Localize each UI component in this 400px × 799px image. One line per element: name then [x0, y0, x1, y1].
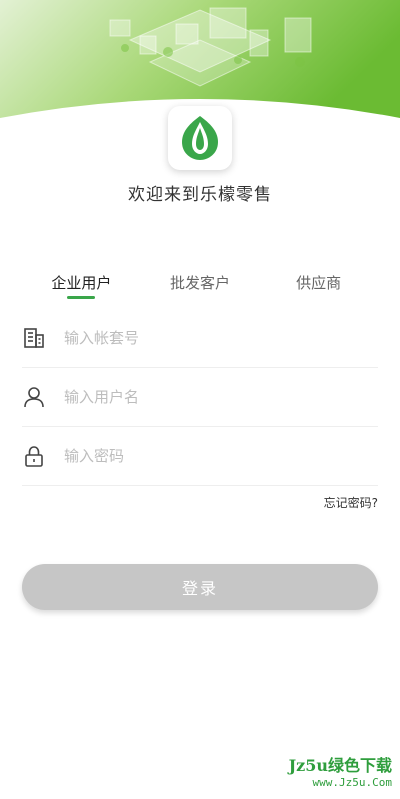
lock-icon: [22, 444, 46, 468]
leaf-logo-icon: [182, 116, 218, 160]
active-tab-indicator: [67, 296, 96, 299]
account-field: [22, 309, 378, 368]
welcome-title: 欢迎来到乐檬零售: [128, 185, 272, 205]
login-button[interactable]: 登录: [22, 564, 378, 610]
forgot-password-link[interactable]: 忘记密码?: [324, 494, 378, 511]
tab-label: 供应商: [296, 274, 342, 292]
user-type-tabs: 企业用户 批发客户 供应商: [22, 272, 378, 304]
tab-label: 企业用户: [51, 274, 112, 292]
user-icon: [22, 385, 46, 409]
tab-label: 批发客户: [170, 274, 231, 292]
watermark-title: Jz5u绿色下载: [288, 756, 392, 775]
password-input[interactable]: [62, 446, 346, 466]
app-logo: [168, 106, 232, 170]
username-field: [22, 368, 378, 427]
watermark: Jz5u绿色下载 www.Jz5u.Com: [289, 752, 392, 789]
tab-enterprise-user[interactable]: 企业用户: [22, 272, 141, 304]
tab-wholesale-customer[interactable]: 批发客户: [141, 272, 260, 304]
username-input[interactable]: [62, 387, 346, 407]
building-icon: [22, 326, 46, 350]
account-input[interactable]: [62, 328, 346, 348]
tab-supplier[interactable]: 供应商: [259, 272, 378, 304]
watermark-url: www.Jz5u.Com: [312, 776, 392, 789]
password-field: [22, 427, 378, 486]
